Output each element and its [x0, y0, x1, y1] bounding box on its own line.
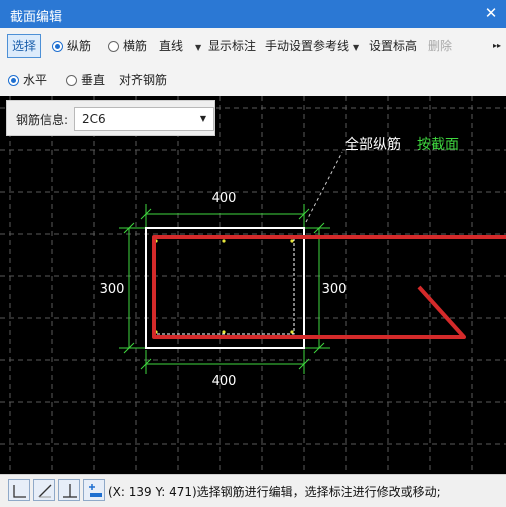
bottom-dimension-text[interactable]: 400 [212, 374, 237, 389]
longitudinal-radio[interactable]: 纵筋 [52, 37, 91, 55]
rebar-info-panel: 钢筋信息: 2C6 ▼ [6, 100, 215, 136]
manual-ref-line-dropdown[interactable]: 手动设置参考线 ▼ [265, 37, 359, 55]
select-button[interactable]: 选择 [7, 34, 42, 58]
delete-button[interactable]: 删除 [428, 37, 452, 55]
status-bar: (X: 139 Y: 471)选择钢筋进行编辑，选择标注进行修改或移动; [0, 474, 506, 507]
radio-checked-icon [8, 75, 19, 86]
transverse-label: 横筋 [123, 39, 148, 53]
set-elevation-button[interactable]: 设置标高 [369, 37, 417, 55]
close-icon[interactable]: ✕ [482, 4, 500, 22]
annotation-mode-text[interactable]: 按截面 [417, 137, 459, 153]
radio-checked-icon [52, 41, 63, 52]
manual-ref-line-label: 手动设置参考线 [265, 39, 350, 53]
dropdown-arrow-icon: ▼ [199, 114, 206, 123]
left-dimension-text[interactable]: 300 [100, 282, 125, 297]
corner-icon[interactable] [8, 479, 30, 501]
align-rebar-button[interactable]: 对齐钢筋 [119, 71, 167, 89]
window-title: 截面编辑 [10, 10, 63, 25]
more-icon[interactable]: ▸▸ [493, 37, 501, 55]
shape-dropdown-value: 直线 [159, 39, 184, 53]
drawing-canvas[interactable]: 400 400 300 300 全部纵筋 按截面 [0, 96, 506, 474]
section-outline[interactable] [145, 227, 305, 349]
section-drawing[interactable]: 400 400 300 300 全部纵筋 按截面 [0, 96, 506, 474]
rebar-info-label: 钢筋信息: [16, 113, 69, 127]
secondary-toolbar: 水平 垂直 对齐钢筋 [0, 62, 506, 97]
show-dimension-button[interactable]: 显示标注 [208, 37, 256, 55]
title-bar: 截面编辑 ✕ [0, 0, 506, 28]
annotation-leader-line [305, 151, 343, 223]
horizontal-radio[interactable]: 水平 [8, 71, 47, 89]
vertical-label: 垂直 [81, 73, 106, 87]
dropdown-arrow-icon: ▼ [195, 43, 202, 52]
radio-unchecked-icon [108, 41, 119, 52]
annotation-main-text[interactable]: 全部纵筋 [345, 136, 401, 153]
main-toolbar: 选择 纵筋 横筋 直线 ▼ 显示标注 手动设置参考线 ▼ 设置标高 删除 ▸▸ [0, 28, 506, 63]
horizontal-label: 水平 [23, 73, 48, 87]
dropdown-arrow-icon: ▼ [353, 43, 360, 52]
top-dimension-text[interactable]: 400 [212, 191, 237, 206]
diagonal-line-icon[interactable] [33, 479, 55, 501]
vertical-radio[interactable]: 垂直 [66, 71, 105, 89]
status-message: (X: 139 Y: 471)选择钢筋进行编辑，选择标注进行修改或移动; [108, 485, 441, 499]
align-icon[interactable] [83, 479, 105, 501]
rebar-info-value: 2C6 [82, 112, 106, 126]
rebar-info-select[interactable]: 2C6 ▼ [74, 107, 214, 131]
longitudinal-label: 纵筋 [67, 39, 92, 53]
rebar-points[interactable] [154, 239, 294, 334]
shape-dropdown[interactable]: 直线 ▼ [159, 37, 201, 55]
perpendicular-icon[interactable] [58, 479, 80, 501]
stirrup-outline[interactable] [153, 237, 295, 335]
transverse-radio[interactable]: 横筋 [108, 37, 147, 55]
radio-unchecked-icon [66, 75, 77, 86]
right-dimension-text[interactable]: 300 [322, 282, 347, 297]
